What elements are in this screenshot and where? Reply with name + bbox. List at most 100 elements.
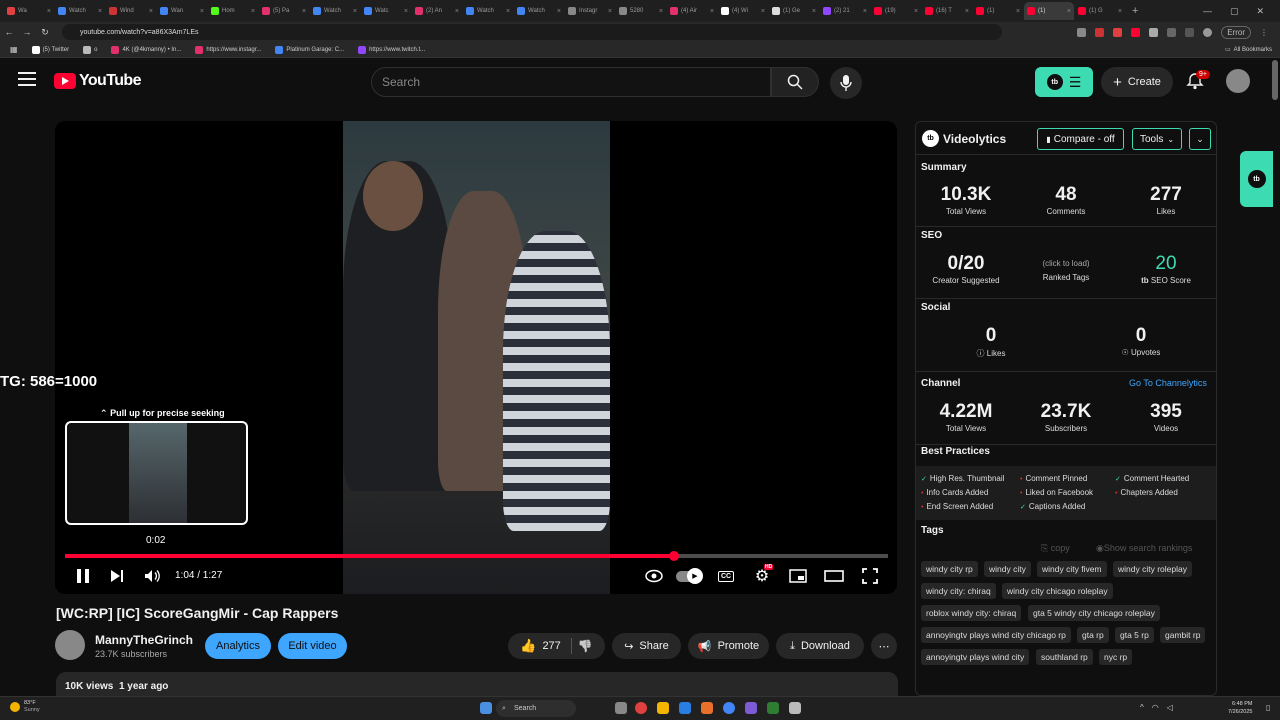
tag-chip[interactable]: windy city: chiraq xyxy=(921,583,996,599)
show-rankings-button[interactable]: ◉Show search rankings xyxy=(1096,543,1192,554)
search-input[interactable]: Search xyxy=(371,67,771,97)
puzzle-icon[interactable] xyxy=(1167,27,1177,37)
close-tab-icon[interactable]: × xyxy=(1118,8,1122,15)
browser-tab[interactable]: Watch × xyxy=(514,2,564,20)
all-bookmarks[interactable]: ▭ All Bookmarks xyxy=(1225,46,1280,54)
browser-tab[interactable]: (1) Ge × xyxy=(769,2,819,20)
close-tab-icon[interactable]: × xyxy=(149,8,153,15)
browser-tab[interactable]: Wind × xyxy=(106,2,156,20)
close-tab-icon[interactable]: × xyxy=(710,8,714,15)
browser-tab[interactable]: (1) G × xyxy=(1075,2,1125,20)
tag-chip[interactable]: windy city rp xyxy=(921,561,978,577)
close-tab-icon[interactable]: × xyxy=(812,8,816,15)
volume-button[interactable] xyxy=(143,567,161,585)
tag-chip[interactable]: annoyingtv plays wind city xyxy=(921,649,1030,665)
close-tab-icon[interactable]: × xyxy=(404,8,408,15)
close-tab-icon[interactable]: × xyxy=(1016,8,1020,15)
browser-tab[interactable]: (16) T × xyxy=(922,2,972,20)
file-explorer-icon[interactable] xyxy=(657,702,669,714)
close-tab-icon[interactable]: × xyxy=(200,8,204,15)
url-field[interactable]: youtube.com/watch?v=a86X3Am7LEs xyxy=(62,24,1002,40)
close-tab-icon[interactable]: × xyxy=(353,8,357,15)
bookmark-item[interactable]: https://www.instagr... xyxy=(195,45,261,54)
close-tab-icon[interactable]: × xyxy=(863,8,867,15)
hamburger-menu-icon[interactable] xyxy=(18,72,36,86)
account-avatar[interactable] xyxy=(1226,69,1250,93)
theater-mode-button[interactable] xyxy=(823,567,845,585)
pause-button[interactable] xyxy=(75,567,91,585)
speaker-icon[interactable]: ◁ xyxy=(1167,703,1173,712)
close-tab-icon[interactable]: × xyxy=(506,8,510,15)
minimize-icon[interactable]: — xyxy=(1203,6,1212,16)
share-button[interactable]: ↪ Share xyxy=(612,633,681,659)
bookmark-item[interactable]: o xyxy=(83,45,97,54)
weather-widget[interactable]: 83°F Sunny xyxy=(10,700,40,714)
close-window-icon[interactable]: ✕ xyxy=(1256,6,1264,17)
clock[interactable]: 6:48 PM 7/26/2025 xyxy=(1228,700,1252,716)
tag-chip[interactable]: gta 5 rp xyxy=(1115,627,1154,643)
outlook-icon[interactable] xyxy=(679,702,691,714)
app-icon[interactable] xyxy=(723,702,735,714)
error-label[interactable]: Error xyxy=(1221,25,1251,39)
new-tab-icon[interactable]: + xyxy=(1132,5,1138,17)
tubebuddy-button[interactable]: tb ☰ xyxy=(1035,67,1093,97)
channel-avatar[interactable] xyxy=(55,630,85,660)
channel-name[interactable]: MannyTheGrinch xyxy=(95,633,193,647)
like-button[interactable]: 👍 277 xyxy=(520,638,572,654)
chevron-up-icon[interactable]: ^ xyxy=(1140,703,1144,712)
tag-chip[interactable]: roblox windy city: chiraq xyxy=(921,605,1022,621)
close-tab-icon[interactable]: × xyxy=(47,8,51,15)
terminal-icon[interactable] xyxy=(767,702,779,714)
autoplay-toggle[interactable]: ▶ xyxy=(675,567,703,585)
voice-search-button[interactable] xyxy=(830,67,862,99)
settings-button[interactable]: ⚙ HD xyxy=(752,564,774,585)
browser-tab[interactable]: (19) × xyxy=(871,2,921,20)
browser-tab[interactable]: (4) Air × xyxy=(667,2,717,20)
app-icon[interactable] xyxy=(745,702,757,714)
browser-tab[interactable]: Watc × xyxy=(361,2,411,20)
reload-icon[interactable]: ↻ xyxy=(36,27,54,38)
next-button[interactable] xyxy=(109,567,125,585)
browser-tab[interactable]: (2) An × xyxy=(412,2,462,20)
kebab-menu-icon[interactable]: ⋮ xyxy=(1260,28,1268,37)
profile-icon[interactable] xyxy=(1203,27,1213,37)
browser-tab[interactable]: (4) Wi × xyxy=(718,2,768,20)
extension-icon[interactable] xyxy=(1149,27,1159,37)
close-tab-icon[interactable]: × xyxy=(659,8,663,15)
close-tab-icon[interactable]: × xyxy=(761,8,765,15)
extension-icon[interactable] xyxy=(1131,27,1141,37)
browser-tab[interactable]: (1) × xyxy=(973,2,1023,20)
tools-button[interactable]: Tools ⌄ xyxy=(1132,128,1182,150)
browser-tab[interactable]: Wan × xyxy=(157,2,207,20)
close-tab-icon[interactable]: × xyxy=(98,8,102,15)
extension-icon[interactable] xyxy=(1095,27,1105,37)
collapse-button[interactable]: ⌄ xyxy=(1189,128,1211,150)
tag-chip[interactable]: gta rp xyxy=(1077,627,1109,643)
browser-tab[interactable]: (1) × xyxy=(1024,2,1074,20)
taskbar-search[interactable]: ⌕ Search xyxy=(496,700,576,717)
bookmark-item[interactable]: 4K (@4kmanny) • In... xyxy=(111,45,181,54)
bookmark-item[interactable]: https://www.twitch.t... xyxy=(358,45,425,54)
windows-start-icon[interactable] xyxy=(480,702,492,714)
close-tab-icon[interactable]: × xyxy=(302,8,306,15)
download-button[interactable]: ⤓ Download xyxy=(776,633,864,659)
bookmark-item[interactable]: (5) Twitter xyxy=(31,45,69,54)
dislike-button[interactable]: 👎 xyxy=(578,639,593,653)
tag-chip[interactable]: gambit rp xyxy=(1160,627,1206,643)
tag-chip[interactable]: windy city xyxy=(984,561,1031,577)
wifi-icon[interactable]: ◠ xyxy=(1152,703,1159,712)
fullscreen-button[interactable] xyxy=(860,567,880,585)
tag-chip[interactable]: nyc rp xyxy=(1099,649,1133,665)
chrome-icon[interactable] xyxy=(635,702,647,714)
close-tab-icon[interactable]: × xyxy=(455,8,459,15)
close-tab-icon[interactable]: × xyxy=(914,8,918,15)
browser-tab[interactable]: (5) Pa × xyxy=(259,2,309,20)
close-tab-icon[interactable]: × xyxy=(557,8,561,15)
create-button[interactable]: + Create xyxy=(1101,67,1173,97)
promote-button[interactable]: 📢 Promote xyxy=(688,633,769,659)
more-actions-button[interactable]: ⋯ xyxy=(871,633,897,659)
bookmark-item[interactable]: Platinum Garage: C... xyxy=(275,45,344,54)
search-button[interactable] xyxy=(771,67,819,97)
close-tab-icon[interactable]: × xyxy=(965,8,969,15)
tubebuddy-side-tab[interactable]: tb xyxy=(1240,151,1273,207)
